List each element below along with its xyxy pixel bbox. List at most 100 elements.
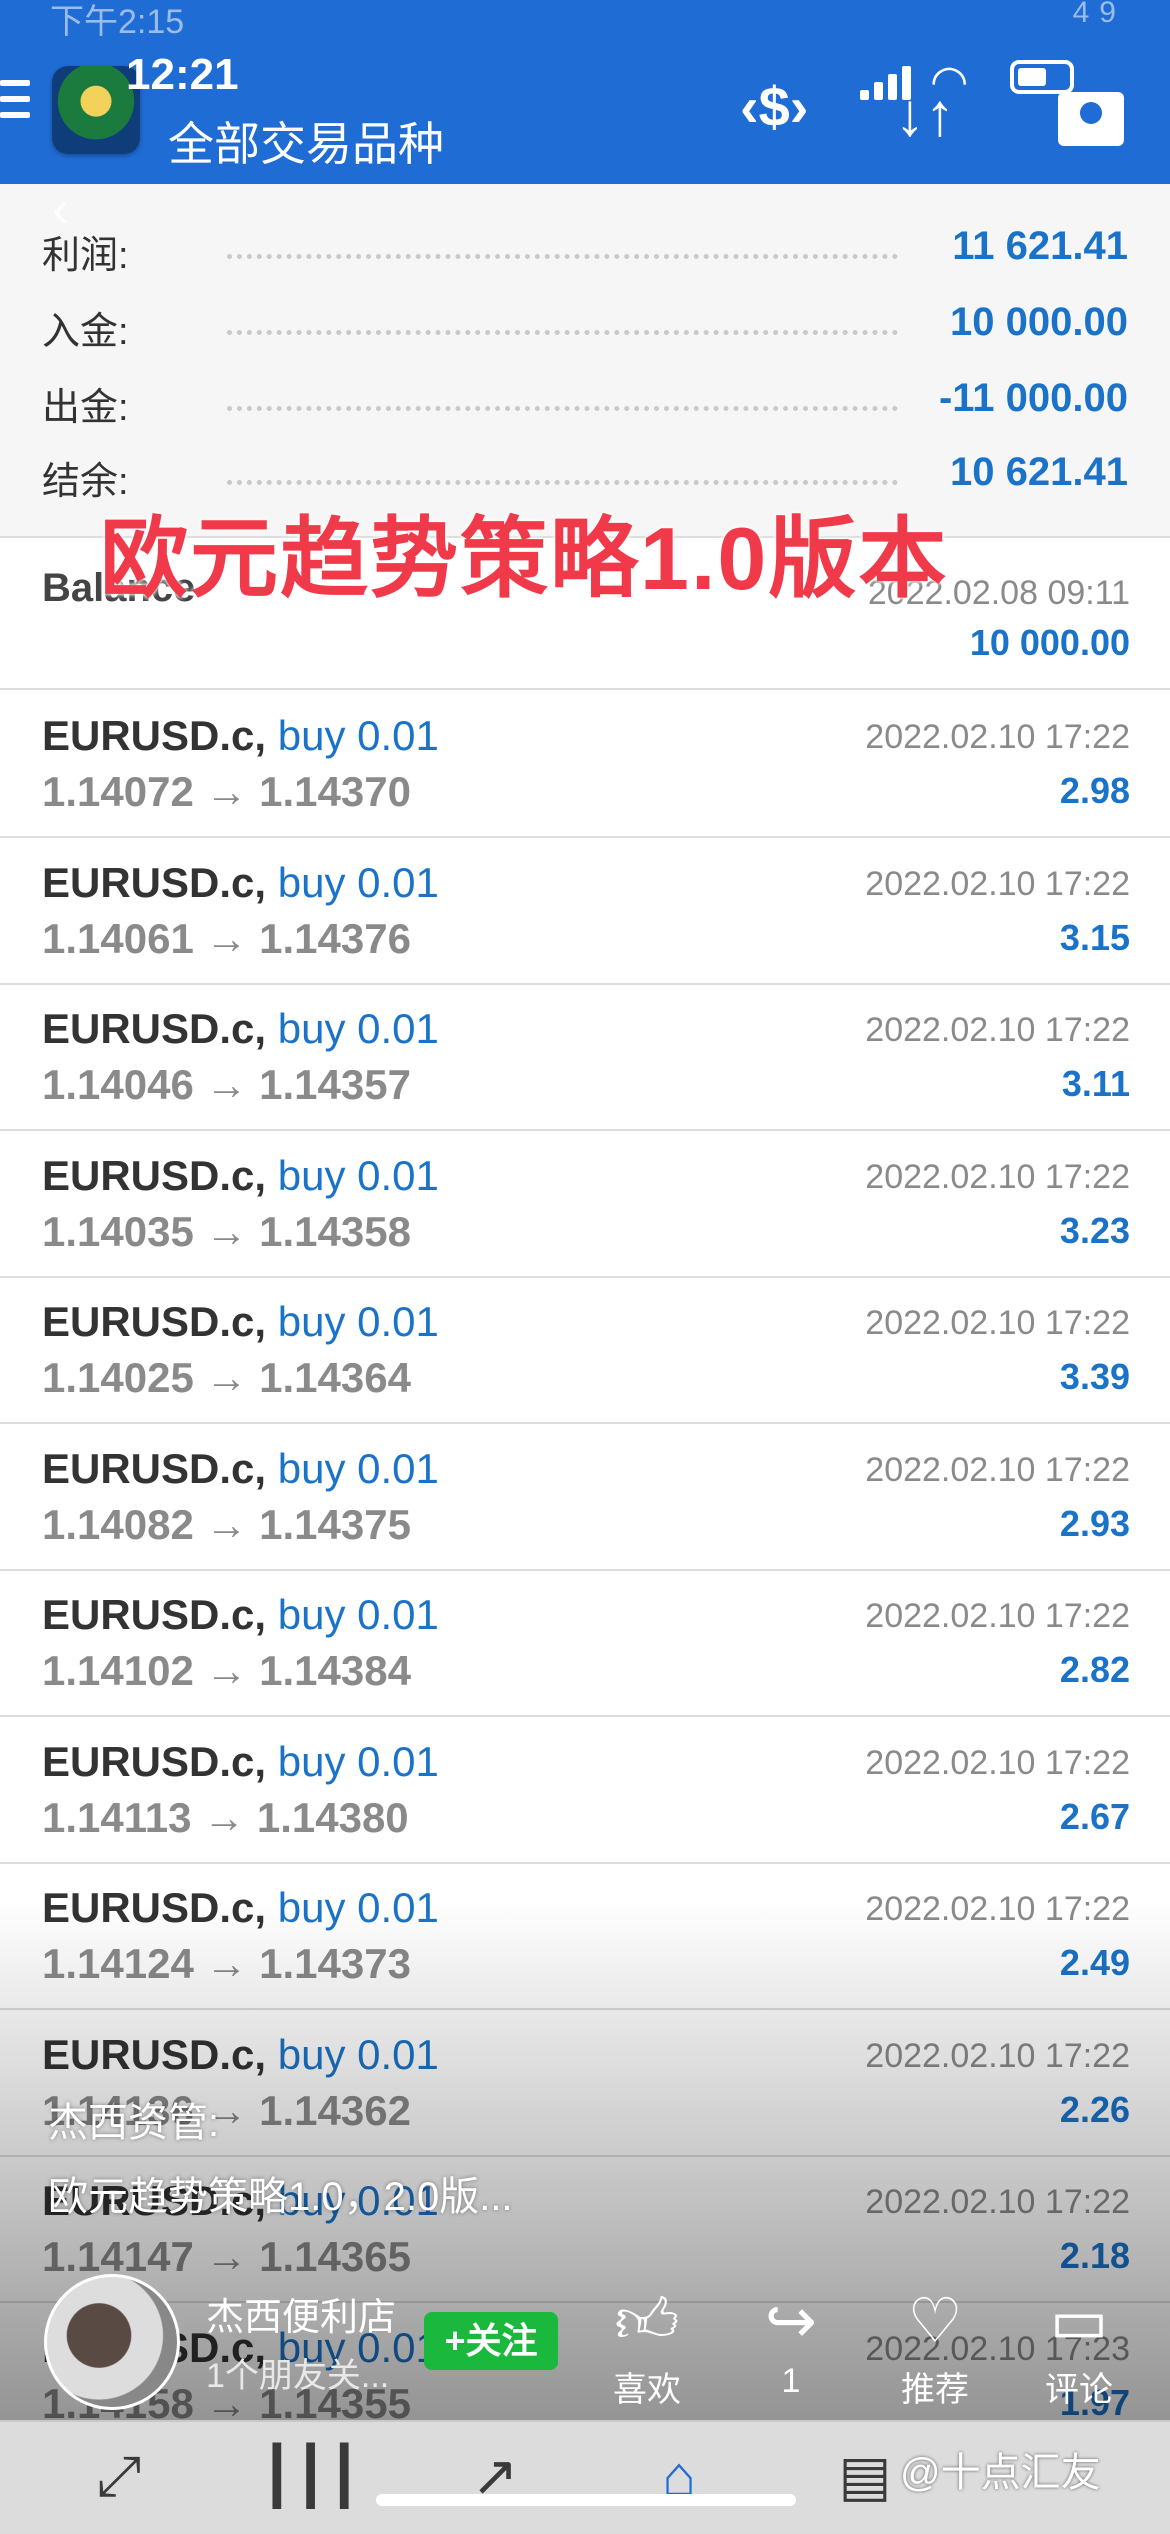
- summary-label: 入金:: [42, 311, 129, 353]
- trade-symbol: EURUSD.c, buy 0.01: [42, 1738, 439, 1786]
- trade-profit: 2.93: [1059, 1502, 1130, 1544]
- dotted-leader: [227, 406, 898, 411]
- ghost-status-time: 下午2:15: [50, 3, 185, 41]
- trade-symbol: EURUSD.c, buy 0.01: [42, 1591, 439, 1639]
- trade-profit: 2.67: [1059, 1795, 1130, 1837]
- symbol-text: EURUSD.c,: [42, 1591, 267, 1638]
- table-row[interactable]: EURUSD.c, buy 0.01 1.14102 → 1.14384 2022.…: [0, 1569, 1170, 1717]
- trade-time: 2022.02.10 17:22: [865, 1011, 1130, 1049]
- trade-profit: 3.15: [1059, 916, 1130, 958]
- trade-prices: 1.14082 → 1.14375: [42, 1500, 411, 1548]
- trade-time: 2022.02.10 17:22: [865, 1157, 1130, 1196]
- table-row[interactable]: EURUSD.c, buy 0.01 1.14025 → 1.14364 2022.…: [0, 1276, 1170, 1424]
- dotted-leader: [227, 254, 898, 259]
- trade-symbol: EURUSD.c, buy 0.01: [42, 859, 439, 907]
- summary-value: 11 621.41: [952, 224, 1128, 268]
- post-author: 杰西资管:: [48, 2101, 220, 2145]
- summary-value: -11 000.00: [938, 376, 1128, 420]
- trade-prices: 1.14025 → 1.14364: [42, 1354, 411, 1401]
- trade-prices: 1.14102 → 1.14384: [42, 1647, 411, 1694]
- back-icon[interactable]: ‹: [52, 180, 69, 238]
- summary-value: 10 621.41: [950, 450, 1128, 494]
- table-row[interactable]: EURUSD.c, buy 0.01 1.14082 → 1.14375 2022.…: [0, 1423, 1170, 1571]
- currency-exchange-icon[interactable]: ‹$›: [740, 74, 808, 139]
- summary-label: 出金:: [42, 387, 129, 429]
- symbol-text: EURUSD.c,: [42, 712, 267, 759]
- watermark: @十点汇友: [900, 2451, 1101, 2495]
- like-button[interactable]: 👍︎ 喜欢: [592, 2286, 702, 2411]
- symbol-text: EURUSD.c,: [42, 1151, 267, 1199]
- trade-side: buy 0.01: [277, 858, 439, 906]
- trade-prices: 1.14113 → 1.14380: [42, 1793, 409, 1841]
- menu-icon[interactable]: [0, 80, 30, 136]
- heart-icon: ♡: [907, 2287, 963, 2356]
- trade-time: 2022.02.10 17:22: [865, 1743, 1130, 1782]
- trade-side: buy 0.01: [277, 1298, 439, 1345]
- symbol-text: EURUSD.c,: [42, 1737, 267, 1785]
- account-icon[interactable]: [1058, 92, 1124, 146]
- home-indicator[interactable]: [376, 2494, 796, 2506]
- trade-symbol: EURUSD.c, buy 0.01: [42, 1005, 439, 1053]
- symbol-text: EURUSD.c,: [42, 1444, 267, 1492]
- friends-text: 1个朋友关...: [206, 2357, 390, 2395]
- tab-chart-candles-icon[interactable]: ┃┃┃: [260, 2436, 361, 2516]
- trade-profit: 2.82: [1059, 1649, 1130, 1690]
- post-caption[interactable]: 欧元趋势策略1.0，2.0版...: [48, 2164, 513, 2222]
- share-icon: ↪: [765, 2287, 817, 2356]
- recommend-label: 推荐: [901, 2371, 969, 2409]
- table-row[interactable]: EURUSD.c, buy 0.01 1.14046 → 1.14357 2022.…: [0, 983, 1170, 1131]
- trade-side: buy 0.01: [277, 1151, 439, 1199]
- comment-button[interactable]: ▭ 评论: [1024, 2286, 1134, 2411]
- trade-side: buy 0.01: [277, 712, 439, 759]
- signal-icon: [860, 66, 912, 100]
- trade-time: 2022.02.10 17:22: [865, 718, 1130, 756]
- summary-row-profit: 利润: 11 621.41: [42, 224, 1128, 284]
- table-row[interactable]: EURUSD.c, buy 0.01 1.14072 → 1.14370 2022.…: [0, 690, 1170, 838]
- trade-time: 2022.02.10 17:22: [865, 1597, 1130, 1635]
- trade-symbol: EURUSD.c, buy 0.01: [42, 1152, 439, 1200]
- shop-name[interactable]: 杰西便利店: [206, 2286, 396, 2341]
- summary-row-deposit: 入金: 10 000.00: [42, 300, 1128, 360]
- trade-prices: 1.14035 → 1.14358: [42, 1207, 411, 1255]
- like-label: 喜欢: [613, 2371, 681, 2409]
- trade-side: buy 0.01: [277, 1737, 439, 1785]
- symbol-text: EURUSD.c,: [42, 1298, 267, 1345]
- trade-symbol: EURUSD.c, buy 0.01: [42, 1298, 439, 1346]
- trade-profit: 3.11: [1061, 1063, 1130, 1104]
- trade-prices: 1.14046 → 1.14357: [42, 1061, 411, 1108]
- share-button[interactable]: ↪ 1: [736, 2286, 846, 2401]
- table-row[interactable]: EURUSD.c, buy 0.01 1.14035 → 1.14358 2022.…: [0, 1130, 1170, 1278]
- avatar[interactable]: [44, 2274, 180, 2410]
- trade-profit: 3.39: [1059, 1356, 1130, 1397]
- trade-prices: 1.14061 → 1.14376: [42, 914, 411, 962]
- page-title: 全部交易品种: [168, 118, 444, 170]
- ghost-battery-level: 49: [1072, 0, 1126, 29]
- overlay-title: 欧元趋势策略1.0版本: [100, 509, 949, 608]
- trade-side: buy 0.01: [277, 1444, 439, 1492]
- trade-side: buy 0.01: [277, 1591, 439, 1638]
- trade-time: 2022.02.10 17:22: [865, 1304, 1130, 1342]
- trade-time: 2022.02.10 17:22: [865, 1450, 1130, 1489]
- follow-button[interactable]: +关注: [424, 2312, 558, 2370]
- tab-news-icon[interactable]: ▤: [820, 2436, 910, 2516]
- trade-profit: 3.23: [1059, 1209, 1130, 1251]
- summary-row-withdrawal: 出金: -11 000.00: [42, 376, 1128, 436]
- trade-symbol: EURUSD.c, buy 0.01: [42, 712, 439, 760]
- account-summary: 利润: 11 621.41 入金: 10 000.00 出金: -11 000.…: [0, 184, 1170, 538]
- recommend-button[interactable]: ♡ 推荐: [880, 2286, 990, 2411]
- symbol-text: EURUSD.c,: [42, 858, 267, 906]
- tab-quotes-arrows-icon[interactable]: ⤢: [74, 2436, 164, 2516]
- wifi-icon: ◠: [930, 57, 969, 106]
- table-row[interactable]: EURUSD.c, buy 0.01 1.14113 → 1.14380 2022.…: [0, 1716, 1170, 1864]
- summary-value: 10 000.00: [950, 300, 1128, 344]
- battery-icon: [1010, 60, 1074, 94]
- trade-side: buy 0.01: [277, 1005, 439, 1052]
- trade-prices: 1.14072 → 1.14370: [42, 768, 411, 815]
- trade-symbol: EURUSD.c, buy 0.01: [42, 1445, 439, 1493]
- comment-icon: ▭: [1049, 2287, 1109, 2356]
- balance-amount: 10 000.00: [969, 622, 1130, 663]
- dotted-leader: [227, 330, 898, 335]
- table-row[interactable]: EURUSD.c, buy 0.01 1.14061 → 1.14376 2022.…: [0, 837, 1170, 985]
- dotted-leader: [227, 480, 898, 485]
- trade-profit: 2.98: [1059, 770, 1130, 811]
